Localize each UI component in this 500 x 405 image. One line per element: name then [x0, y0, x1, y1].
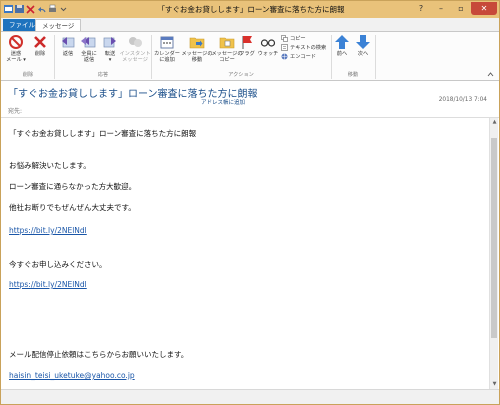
copy-icon — [281, 35, 288, 42]
chevron-down-icon[interactable] — [59, 4, 68, 14]
reply-all-icon — [81, 34, 97, 50]
add-to-calendar-label: カレンダー に追加 — [154, 51, 180, 63]
collapse-ribbon-button[interactable] — [487, 71, 494, 78]
glasses-icon — [260, 34, 276, 50]
tab-message[interactable]: メッセージ — [35, 19, 82, 31]
message-date: 2018/10/13 7:04 — [438, 97, 487, 103]
status-bar — [1, 389, 499, 404]
quick-access-toolbar — [4, 4, 68, 15]
message-header: 「すぐお金お貸しします」ローン審査に落ちた方に朗報 アドレス帳に追加 2018/… — [1, 81, 499, 117]
instant-message-button[interactable]: インスタント メッセージ — [118, 34, 152, 63]
move-group-label: 移動 — [347, 72, 359, 78]
previous-button[interactable]: 前へ — [332, 34, 352, 57]
junk-button[interactable]: 迷惑 メール ▾ — [3, 34, 29, 63]
reply-label: 返信 — [62, 51, 74, 57]
window-title: 「すぐお金お貸しします」ローン審査に落ちた方に朗報 — [157, 5, 345, 14]
minimize-button[interactable]: – — [431, 2, 451, 15]
copy-button[interactable]: コピー — [281, 35, 306, 42]
scroll-up-button[interactable]: ▲ — [490, 118, 499, 127]
copy-label: コピー — [290, 36, 306, 42]
body-link[interactable]: https://bit.ly/2NElNdl — [9, 226, 87, 235]
window-controls: ? – ▫ ✕ — [411, 2, 497, 15]
move-message-label: メッセージの 移動 — [181, 51, 213, 63]
next-button[interactable]: 次へ — [353, 34, 373, 57]
watch-button[interactable]: ウォッチ — [257, 34, 279, 57]
ribbon-separator — [375, 35, 376, 79]
add-to-address-book-link[interactable]: アドレス帳に追加 — [201, 98, 245, 106]
find-text-label: テキストの検索 — [290, 45, 327, 51]
respond-group-label: 応答 — [97, 72, 109, 78]
calendar-icon — [159, 34, 175, 50]
mail-window: 「すぐお金お貸しします」ローン審査に落ちた方に朗報 ? – ▫ ✕ ファイル メ… — [0, 0, 500, 405]
actions-group-label: アクション — [228, 72, 254, 78]
encode-label: エンコード — [290, 54, 316, 60]
close-button[interactable]: ✕ — [471, 2, 497, 15]
flag-button[interactable]: フラグ — [237, 34, 257, 57]
reply-icon — [60, 34, 76, 50]
body-line: お悩み解決いたします。 — [9, 161, 91, 170]
scroll-down-button[interactable]: ▼ — [490, 380, 499, 389]
delete-group-label: 削除 — [22, 72, 34, 78]
encode-button[interactable]: エンコード — [281, 53, 316, 60]
previous-label: 前へ — [336, 51, 348, 57]
vertical-scrollbar[interactable]: ▲ ▼ — [489, 118, 498, 389]
arrow-up-icon — [334, 34, 350, 50]
to-label: 宛先: — [8, 108, 23, 115]
next-label: 次へ — [357, 51, 369, 57]
find-text-icon — [281, 44, 288, 51]
app-icon[interactable] — [4, 4, 13, 14]
flag-label: フラグ — [239, 51, 255, 57]
ribbon: 迷惑 メール ▾ 削除 削除 返信 全員に 返信 転送 ▾ インスタント メッセ… — [1, 31, 499, 81]
message-body[interactable]: 「すぐお金お貸しします」ローン審査に落ちた方に朗報 お悩み解決いたします。 ロー… — [1, 117, 499, 389]
body-line: メール配信停止依頼はこちらからお願いいたします。 — [9, 350, 189, 359]
print-icon[interactable] — [48, 4, 57, 14]
title-bar: 「すぐお金お貸しします」ローン審査に落ちた方に朗報 ? – ▫ ✕ — [1, 1, 499, 18]
email-link[interactable]: haisin_teisi_uketuke@yahoo.co.jp — [9, 371, 135, 380]
instant-message-label: インスタント メッセージ — [119, 51, 151, 63]
help-button[interactable]: ? — [411, 2, 431, 15]
delete-label: 削除 — [34, 51, 46, 57]
folder-copy-icon — [219, 34, 235, 50]
chevron-up-icon — [487, 71, 494, 78]
find-text-button[interactable]: テキストの検索 — [281, 44, 326, 51]
body-line: 「すぐお金お貸しします」ローン審査に落ちた方に朗報 — [9, 129, 197, 138]
forward-icon — [102, 34, 118, 50]
body-line: 今すぐお申し込みください。 — [9, 260, 107, 269]
encode-icon — [281, 53, 288, 60]
forward-label: 転送 ▾ — [104, 51, 116, 63]
delete-button[interactable]: 削除 — [27, 34, 53, 57]
body-link[interactable]: https://bit.ly/2NElNdl — [9, 280, 87, 289]
scroll-thumb[interactable] — [491, 138, 497, 338]
flag-icon — [239, 34, 255, 50]
junk-label: 迷惑 メール ▾ — [6, 51, 26, 63]
instant-message-icon — [127, 34, 143, 50]
save-icon[interactable] — [15, 4, 24, 14]
body-line: 他社お断りでもぜんぜん大丈夫です。 — [9, 203, 136, 212]
arrow-down-icon — [355, 34, 371, 50]
maximize-button[interactable]: ▫ — [451, 2, 471, 15]
folder-move-icon — [189, 34, 205, 50]
body-line: ローン審査に通らなかった方大歓迎。 — [9, 182, 137, 191]
add-to-calendar-button[interactable]: カレンダー に追加 — [151, 34, 183, 63]
watch-label: ウォッチ — [257, 51, 279, 57]
reply-all-label: 全員に 返信 — [81, 51, 97, 63]
ribbon-tabs: ファイル メッセージ — [1, 18, 499, 31]
delete-icon — [32, 34, 48, 50]
reply-icon[interactable] — [37, 4, 46, 14]
move-message-button[interactable]: メッセージの 移動 — [181, 34, 213, 63]
delete-icon[interactable] — [26, 4, 35, 14]
junk-icon — [8, 34, 24, 50]
